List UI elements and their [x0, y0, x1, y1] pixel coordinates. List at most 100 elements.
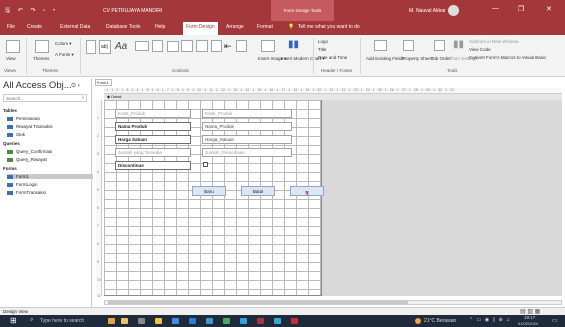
tab-database-tools[interactable]: Database Tools [106, 24, 140, 30]
view-button-label[interactable]: View [6, 56, 16, 61]
tab-order-button[interactable]: Tab Order [431, 56, 451, 61]
clock-date[interactable]: 01/02/2024 [518, 321, 538, 326]
mail-icon[interactable] [206, 318, 213, 324]
nav-item-query-confirmasi[interactable]: Query_Confirmasi [7, 149, 52, 154]
title-bar: 🖫 ↶ ↷ ▫ ▾ CV PETRUJAYA MANDIRI Form Desi… [0, 0, 565, 21]
store-icon[interactable] [172, 318, 179, 324]
label-nama-produk[interactable]: Nama Produk [115, 122, 191, 131]
title-button[interactable]: Title [318, 47, 326, 52]
vscode-icon[interactable] [240, 318, 247, 324]
insert-image-icon[interactable] [261, 40, 275, 52]
field-jumlah-persediaan[interactable]: Jumlah_Persediaan [202, 148, 292, 157]
view-code-button[interactable]: View Code [469, 47, 491, 52]
edge-icon[interactable] [189, 318, 196, 324]
system-tray-icons[interactable]: ⌃ ▭ ◉ ▯ ⊕ ♫ [469, 317, 511, 323]
field-nama-produk[interactable]: Nama_Produk [202, 122, 292, 131]
tab-create[interactable]: Create [27, 24, 42, 30]
textbox-control-icon[interactable]: ab| [99, 40, 111, 54]
navigation-control-icon[interactable] [196, 40, 208, 52]
chrome-icon[interactable] [223, 318, 230, 324]
label-jumlah-tersedia[interactable]: Jumlah yang Tersedia [115, 148, 191, 157]
line-control-icon[interactable]: ⇤ [224, 41, 232, 52]
tell-me-search[interactable]: Tell me what you want to do [298, 24, 360, 30]
nav-pane-controls[interactable]: ⊙ ‹ [71, 82, 80, 89]
weather-widget-icon-2[interactable] [121, 318, 128, 324]
discontinue-checkbox[interactable] [203, 162, 208, 167]
field-kode-produk[interactable]: Kode_Produk [202, 109, 292, 118]
fonts-button[interactable]: A Fonts ▾ [55, 52, 74, 58]
nav-item-label: Riwayat Transaksi [16, 124, 53, 129]
chart-settings-icon[interactable]: ▮▮ [453, 39, 464, 50]
more-controls-icon[interactable] [236, 40, 247, 52]
tab-arrange[interactable]: Arrange [226, 24, 244, 30]
tab-format[interactable]: Format [257, 24, 273, 30]
app-icon[interactable] [291, 318, 298, 324]
batal-button[interactable]: Batal [241, 186, 275, 196]
scroll-thumb[interactable] [108, 301, 408, 304]
taskbar-search-icon[interactable]: ⌕ [30, 317, 33, 324]
property-sheet-button[interactable]: Property Sheet [402, 56, 432, 61]
taskbar-search-input[interactable]: Type here to search [40, 318, 84, 324]
option-group-icon[interactable] [211, 40, 222, 52]
weather-widget-icon[interactable] [108, 318, 115, 324]
nav-item-pemesanan[interactable]: Pemesanan [7, 116, 40, 121]
telegram-icon[interactable] [274, 318, 281, 324]
label-control-icon[interactable]: Aa [115, 41, 127, 52]
weather-status[interactable]: 21°C Berawan [424, 318, 456, 324]
quick-access-toolbar[interactable]: 🖫 ↶ ↷ ▫ ▾ [5, 6, 58, 16]
property-sheet-icon[interactable] [403, 40, 414, 51]
hyperlink-icon[interactable] [167, 41, 179, 52]
label-harga-satuan[interactable]: Harga Satuan [115, 135, 191, 144]
subform-new-window-button[interactable]: Subform in New Window [469, 39, 518, 44]
logo-button[interactable]: Logo [318, 39, 328, 44]
notifications-icon[interactable]: ▭ [552, 317, 558, 324]
nav-item-riwayat-transaksi[interactable]: Riwayat Transaksi [7, 124, 53, 129]
date-time-button[interactable]: Date and Time [318, 55, 347, 60]
web-browser-icon[interactable] [181, 40, 193, 52]
colors-button[interactable]: Colors ▾ [55, 41, 72, 47]
nav-section-queries[interactable]: Queries [3, 141, 20, 146]
windows-start-icon[interactable]: ⊞ [10, 316, 17, 325]
nav-section-forms[interactable]: Forms [3, 166, 17, 171]
nav-search-input[interactable]: Search... ⌕ [3, 94, 87, 102]
select-pointer-icon[interactable] [86, 40, 96, 54]
view-icon[interactable] [6, 40, 20, 53]
nav-section-tables[interactable]: Tables [3, 108, 17, 113]
access-icon[interactable] [257, 318, 264, 324]
themes-button-label[interactable]: Themes [33, 56, 49, 61]
convert-macros-button[interactable]: Convert Form's Macros to Visual Basic [469, 55, 546, 60]
nav-item-query-riwayat[interactable]: Query_Riwayat [7, 157, 47, 162]
avatar[interactable] [448, 5, 459, 16]
view-switcher-icons[interactable]: ▤ ▥ ▦ [520, 308, 540, 315]
document-tab-form1[interactable]: Form1 [95, 79, 112, 86]
clock-time[interactable]: 19:17 [524, 315, 535, 320]
nav-item-stok[interactable]: Stok [7, 132, 25, 137]
nav-item-formlogin[interactable]: FormLogin [7, 182, 38, 187]
label-kode-produk[interactable]: Kode_Produk [115, 109, 191, 118]
tab-order-icon[interactable] [434, 40, 445, 51]
themes-icon[interactable] [35, 40, 49, 53]
button-control-icon[interactable] [135, 41, 149, 51]
file-explorer-icon[interactable] [155, 318, 162, 324]
tab-form-design[interactable]: Form Design [183, 22, 218, 35]
close-button[interactable]: ✕ [546, 5, 552, 13]
tab-file[interactable]: File [7, 24, 15, 30]
tab-help[interactable]: Help [155, 24, 165, 30]
user-name[interactable]: M. Nauval Akbar [409, 8, 446, 14]
add-existing-fields-button[interactable]: Add Existing Fields [366, 56, 404, 61]
restore-button[interactable]: ❐ [518, 5, 524, 13]
label-discontinue[interactable]: Discontinue [115, 161, 191, 170]
field-harga-satuan[interactable]: Harga_Satuan [202, 135, 292, 144]
baru-button[interactable]: Baru [192, 186, 226, 196]
save-button[interactable]: 🖫 [290, 186, 324, 196]
form-icon [7, 174, 13, 179]
nav-item-formtransaksi[interactable]: FormTransaksi [7, 190, 46, 195]
horizontal-scrollbar[interactable] [104, 300, 562, 305]
nav-pane-title[interactable]: All Access Obj... [3, 80, 72, 91]
tab-control-icon[interactable] [152, 40, 163, 52]
add-existing-fields-icon[interactable] [374, 40, 387, 51]
tab-external-data[interactable]: External Data [60, 24, 90, 30]
nav-item-form1[interactable]: Form1 [7, 174, 93, 179]
minimize-button[interactable]: — [492, 5, 499, 12]
task-view-icon[interactable] [138, 318, 145, 324]
